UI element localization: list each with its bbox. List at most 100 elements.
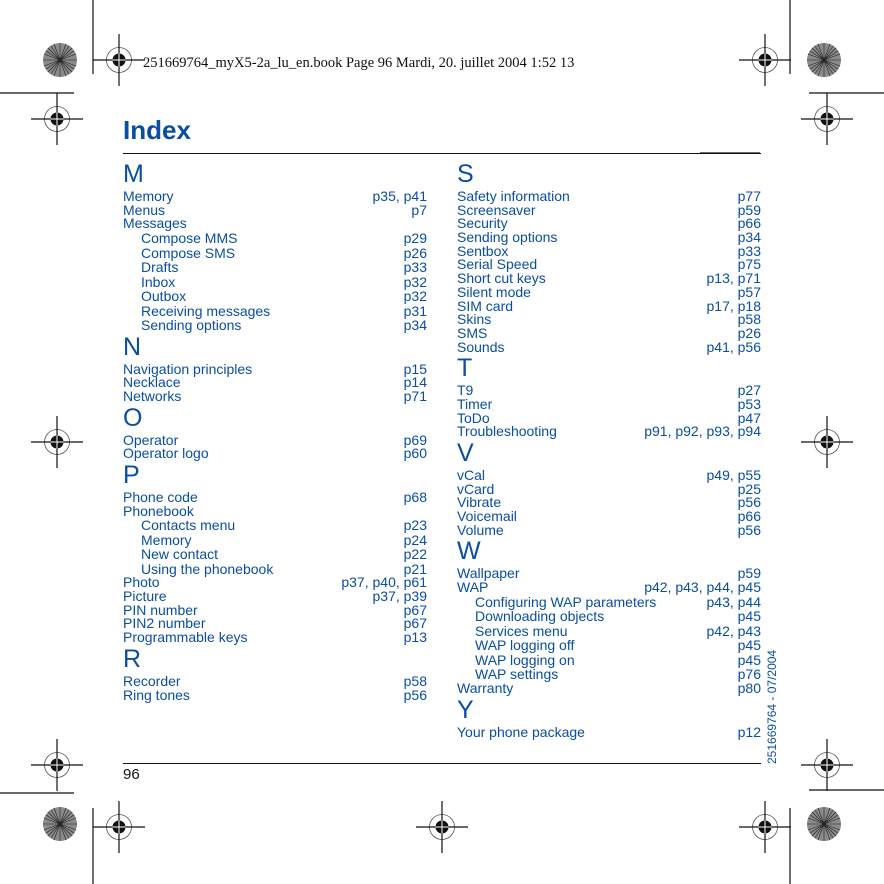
entry-pages: p42, p43, p44, p45 (644, 579, 761, 596)
index-subentry: Outbox p32 (123, 289, 427, 304)
index-subentry: New contact p22 (123, 547, 427, 562)
entry-pages: p45 (737, 637, 761, 654)
color-bar-star-icon (42, 42, 78, 78)
index-subentry: Configuring WAP parameters p43, p44 (457, 595, 761, 610)
index-entry: vCal p49, p55 (457, 468, 761, 483)
index-entry: Your phone package p12 (457, 723, 761, 740)
entry-term: Receiving messages (141, 302, 271, 319)
entry-pages: p68 (403, 489, 427, 505)
index-entry: Timer p53 (457, 397, 761, 412)
footer-divider (123, 763, 761, 764)
section-letter: O (123, 403, 143, 432)
registration-mark-icon (30, 738, 84, 792)
entry-term: Services menu (475, 622, 568, 639)
index-subentry: Compose MMS p29 (123, 231, 427, 246)
registration-mark-icon (800, 92, 854, 146)
entry-pages: p56 (737, 521, 761, 538)
entry-term: Programmable keys (123, 629, 248, 646)
section-letter: N (123, 332, 142, 361)
entry-pages: p41, p56 (706, 338, 762, 355)
entry-term: WAP (457, 579, 489, 596)
entry-term: WAP logging on (475, 651, 575, 668)
entry-pages: p23 (403, 517, 427, 534)
color-bar-star-icon (806, 806, 842, 842)
index-subentry: Contacts menu p23 (123, 518, 427, 533)
section-letter: Y (457, 695, 474, 724)
registration-mark-icon (800, 415, 854, 469)
index-subentry: Compose SMS p26 (123, 246, 427, 261)
entry-term: Contacts menu (141, 517, 236, 534)
index-entry: Warranty p80 (457, 679, 761, 696)
section-letter: T (457, 354, 473, 383)
entry-pages: p71 (403, 387, 427, 404)
entry-pages: p45 (737, 608, 761, 625)
entry-pages: p43, p44 (706, 593, 762, 610)
index-subentry: Inbox p32 (123, 275, 427, 290)
section-letter: P (123, 461, 140, 489)
entry-pages: p34 (403, 317, 427, 334)
index-column-right: S Safety information p77 Screensaver p59 Secu… (457, 160, 761, 739)
entry-term: Phonebook (123, 502, 194, 519)
index-subentry: Downloading objects p45 (457, 609, 761, 624)
entry-pages: p12 (737, 723, 761, 740)
document-code: 251669764 - 07/2004 (765, 649, 779, 764)
index-entry: Sounds p41, p56 (457, 338, 762, 355)
entry-term: Your phone package (457, 723, 585, 740)
entry-term: Sending options (141, 317, 242, 334)
entry-pages: p80 (737, 679, 761, 696)
registration-mark-icon (92, 33, 146, 87)
index-entry: Skins p58 (457, 312, 761, 327)
entry-term: Messages (123, 215, 187, 232)
index-column-left: M Memory p35, p41 Menus p7 Messages Compose MM… (123, 160, 427, 702)
entry-pages: p22 (403, 546, 427, 563)
print-slug: 251669764_myX5-2a_lu_en.book Page 96 Mar… (143, 55, 575, 71)
registration-mark-icon (30, 92, 84, 146)
color-bar-star-icon (42, 806, 78, 842)
entry-term: Ring tones (123, 686, 190, 703)
index-subentry: WAP logging off p45 (457, 638, 761, 653)
entry-term: Compose SMS (141, 244, 236, 261)
entry-pages: p7 (411, 201, 427, 218)
page-number: 96 (123, 766, 140, 783)
index-subentry: Drafts p33 (123, 260, 427, 275)
registration-mark-icon (30, 415, 84, 469)
entry-pages: p32 (403, 288, 427, 305)
entry-term: Compose MMS (141, 230, 238, 247)
index-entry: T9 p27 (457, 383, 761, 398)
index-subentry: Sending options p34 (123, 318, 427, 333)
section-letter: S (457, 160, 474, 188)
section-letter: M (123, 160, 144, 188)
entry-term: WAP logging off (475, 637, 575, 654)
entry-pages: p33 (403, 259, 427, 276)
page-title: Index (123, 115, 191, 145)
index-entry: Ring tones p56 (123, 686, 427, 703)
color-bar-star-icon (806, 42, 842, 78)
section-letter: R (123, 644, 142, 673)
entry-term: Sounds (457, 338, 505, 355)
entry-pages: p60 (403, 445, 427, 462)
entry-term: Volume (457, 521, 504, 538)
entry-pages: p24 (403, 531, 427, 548)
index-entry: vCard p25 (457, 482, 761, 497)
index-subentry: Memory p24 (123, 533, 427, 548)
entry-pages: p29 (403, 230, 427, 247)
registration-mark-icon (738, 33, 792, 87)
entry-pages: p42, p43 (706, 622, 762, 639)
registration-mark-icon (92, 800, 146, 854)
index-entry: Troubleshooting p91, p92, p93, p94 (457, 423, 761, 440)
entry-term: Downloading objects (475, 608, 605, 625)
entry-pages: p91, p92, p93, p94 (644, 423, 761, 440)
entry-pages: p13 (403, 629, 427, 646)
registration-mark-icon (800, 738, 854, 792)
registration-mark-icon (415, 800, 469, 854)
index-entry: Operator logo p60 (123, 445, 427, 462)
index-entry: Programmable keys p13 (123, 629, 427, 646)
section-letter: W (457, 537, 481, 566)
entry-pages: p31 (403, 302, 427, 319)
index-entry: Messages (123, 217, 427, 231)
index-entry: Phonebook (123, 502, 427, 519)
entry-term: Inbox (141, 273, 176, 290)
entry-term: New contact (141, 546, 219, 563)
index-entry: Networks p71 (123, 387, 427, 404)
entry-pages: p45 (737, 651, 761, 668)
